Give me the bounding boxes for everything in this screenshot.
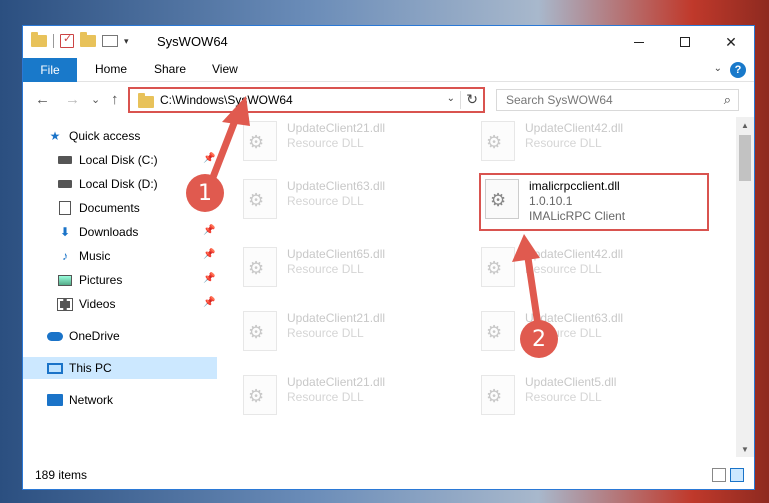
arrow-2 xyxy=(512,234,542,329)
arrow-1 xyxy=(206,96,250,189)
step-2-badge: 2 xyxy=(520,320,558,358)
annotation-arrows xyxy=(206,96,542,329)
step-1-badge: 1 xyxy=(186,174,224,212)
